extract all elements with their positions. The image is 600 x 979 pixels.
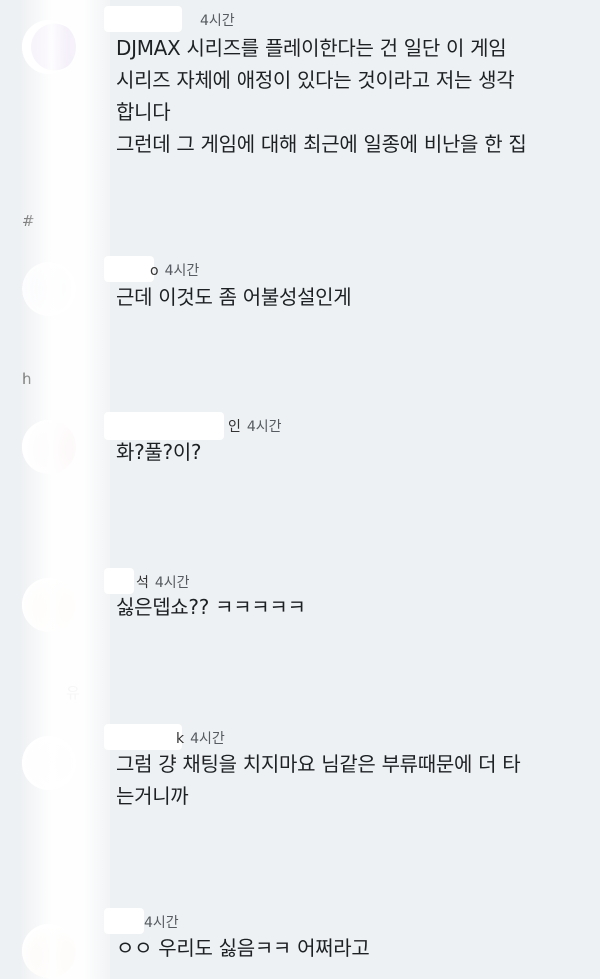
comment-meta: 석 4시간	[136, 572, 190, 592]
avatar[interactable]	[22, 20, 76, 74]
comment-meta: 4시간	[194, 10, 235, 30]
comment-line: 근데 이것도 좀 어불성설인게	[116, 285, 352, 309]
side-fragment: 유	[66, 684, 80, 702]
comment-line: 그런데 그 게임에 대해 최근에 일종에 비난을 한 집	[116, 132, 527, 156]
comment-author[interactable]: 석	[136, 575, 149, 591]
comment-text: ㅇㅇ 우리도 싫음ㅋㅋ 어쩌라고	[116, 932, 566, 964]
comment-line: 그럼 걍 채팅을 치지마요 님같은 부류때문에 더 타	[116, 752, 521, 776]
side-fragment: h	[22, 370, 32, 388]
comment-time: 4시간	[200, 13, 235, 29]
comment-line: 싫은뎁쇼?? ㅋㅋㅋㅋㅋ	[116, 595, 306, 619]
comment-text: 싫은뎁쇼?? ㅋㅋㅋㅋㅋ	[116, 591, 566, 623]
comment-text: 화?풀?이?	[116, 436, 566, 468]
comment-time: 4시간	[144, 915, 179, 931]
comment-time: 4시간	[190, 731, 225, 747]
avatar[interactable]	[22, 736, 76, 790]
avatar[interactable]	[22, 924, 76, 978]
comment-text: DJMAX 시리즈를 플레이한다는 건 일단 이 게임 시리즈 자체에 애정이 …	[116, 32, 566, 160]
comment-line: 는거니까	[116, 784, 189, 808]
comment-text: 근데 이것도 좀 어불성설인게	[116, 281, 566, 313]
comment-meta: 인 4시간	[228, 416, 282, 436]
comment-author[interactable]: k	[176, 731, 184, 747]
comment-line: DJMAX 시리즈를 플레이한다는 건 일단 이 게임	[116, 36, 507, 60]
comment-time: 4시간	[246, 419, 282, 435]
comment-line: 합니다	[116, 100, 171, 124]
comment-meta: k 4시간	[176, 728, 225, 748]
comment-time: 4시간	[164, 263, 200, 279]
comment-line: 화?풀?이?	[116, 440, 202, 464]
avatar[interactable]	[22, 420, 76, 474]
avatar[interactable]	[22, 262, 76, 316]
comment-time: 4시간	[154, 575, 190, 591]
redaction-overlay	[20, 0, 110, 979]
avatar[interactable]	[22, 578, 76, 632]
comment-meta: o 4시간	[150, 260, 199, 280]
comment-author[interactable]: 인	[228, 419, 241, 435]
comment-meta: 4시간	[138, 912, 179, 932]
comment-text: 그럼 걍 채팅을 치지마요 님같은 부류때문에 더 타 는거니까	[116, 748, 566, 812]
comment-line: ㅇㅇ 우리도 싫음ㅋㅋ 어쩌라고	[116, 936, 370, 960]
comment-line: 시리즈 자체에 애정이 있다는 것이라고 저는 생각	[116, 68, 515, 92]
comment-author[interactable]: o	[150, 263, 159, 279]
side-fragment: #	[22, 212, 35, 230]
